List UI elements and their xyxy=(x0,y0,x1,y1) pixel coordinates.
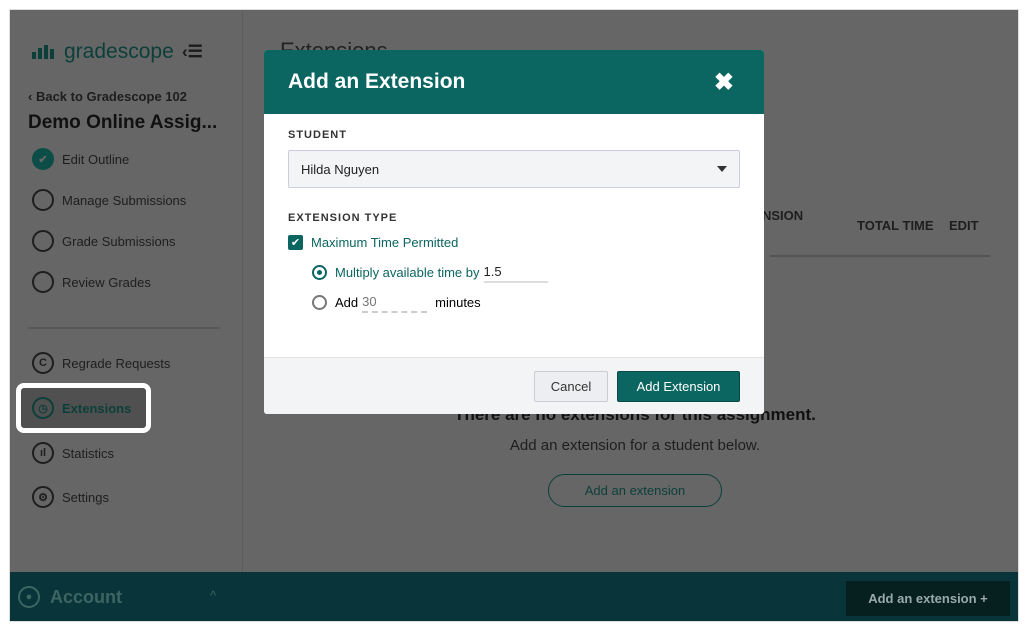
nav-label: Regrade Requests xyxy=(62,355,171,371)
modal-title: Add an Extension xyxy=(288,70,466,93)
minutes-input[interactable] xyxy=(362,292,428,313)
sidebar-item-extensions[interactable]: ◷ Extensions xyxy=(32,397,131,419)
minutes-label: minutes xyxy=(435,295,481,310)
nav-label: Settings xyxy=(62,489,109,505)
column-header-edit: EDIT xyxy=(949,218,979,233)
chevron-down-icon xyxy=(717,166,727,172)
assignment-title: Demo Online Assig... xyxy=(28,112,218,133)
chevron-up-icon[interactable]: ^ xyxy=(210,588,216,603)
brand-name: gradescope xyxy=(64,40,174,63)
sidebar-item-grade-submissions[interactable]: Grade Submissions xyxy=(32,230,175,252)
sidebar-item-edit-outline[interactable]: ✔ Edit Outline xyxy=(32,148,129,170)
column-header-extension: NSION xyxy=(762,208,804,223)
multiply-option[interactable]: Multiply available time by xyxy=(312,262,548,283)
gear-icon: ⚙ xyxy=(32,486,54,508)
radio-unselected-icon[interactable] xyxy=(312,295,327,310)
nav-label: Edit Outline xyxy=(62,151,130,167)
add-extension-bottom-button[interactable]: Add an extension + xyxy=(846,581,1010,616)
statistics-icon: ıl xyxy=(32,442,54,464)
circle-icon xyxy=(32,230,54,252)
radio-selected-icon[interactable] xyxy=(312,265,327,280)
bottom-bar: ● Account ^ Add an extension + xyxy=(10,572,1018,621)
sidebar-item-statistics[interactable]: ıl Statistics xyxy=(32,442,114,464)
student-label: STUDENT xyxy=(288,129,347,141)
extension-type-label: EXTENSION TYPE xyxy=(288,212,398,224)
nav-label: Manage Submissions xyxy=(62,192,187,208)
sidebar-item-manage-submissions[interactable]: Manage Submissions xyxy=(32,189,186,211)
modal-header: Add an Extension ✖ xyxy=(264,50,764,114)
regrade-icon: C xyxy=(32,352,54,374)
student-select[interactable]: Hilda Nguyen xyxy=(288,150,740,188)
sidebar: gradescope ‹☰ ‹ Back to Gradescope 102 D… xyxy=(10,10,243,572)
collapse-sidebar-icon[interactable]: ‹☰ xyxy=(182,42,203,62)
sidebar-item-regrade-requests[interactable]: C Regrade Requests xyxy=(32,352,170,374)
checkbox-checked-icon[interactable]: ✔ xyxy=(288,235,303,250)
clock-icon: ◷ xyxy=(32,397,54,419)
back-link-label: Back to Gradescope 102 xyxy=(35,89,187,104)
nav-label: Statistics xyxy=(62,445,115,461)
close-icon[interactable]: ✖ xyxy=(714,68,734,97)
account-menu[interactable]: ● Account xyxy=(18,586,122,608)
circle-icon xyxy=(32,271,54,293)
divider xyxy=(28,327,220,329)
logo: gradescope xyxy=(32,40,174,64)
column-header-total-time: TOTAL TIME xyxy=(857,218,934,233)
modal-footer: Cancel Add Extension xyxy=(264,357,764,414)
nav-label: Extensions xyxy=(62,400,132,416)
student-value: Hilda Nguyen xyxy=(301,162,380,177)
max-time-checkbox-row[interactable]: ✔ Maximum Time Permitted xyxy=(288,235,458,250)
account-label: Account xyxy=(50,586,122,607)
add-minutes-option[interactable]: Add minutes xyxy=(312,292,481,313)
empty-state-subtitle: Add an extension for a student below. xyxy=(509,437,761,454)
sidebar-item-review-grades[interactable]: Review Grades xyxy=(32,271,151,293)
table-header-divider xyxy=(770,255,990,257)
circle-icon xyxy=(32,189,54,211)
cancel-button[interactable]: Cancel xyxy=(534,371,608,402)
user-icon: ● xyxy=(18,586,40,608)
max-time-label: Maximum Time Permitted xyxy=(311,235,459,250)
logo-bars-icon xyxy=(32,45,54,59)
add-extension-submit-button[interactable]: Add Extension xyxy=(617,371,740,402)
nav-label: Review Grades xyxy=(62,274,151,290)
add-extension-empty-button[interactable]: Add an extension xyxy=(548,474,722,507)
sidebar-item-settings[interactable]: ⚙ Settings xyxy=(32,486,109,508)
nav-label: Grade Submissions xyxy=(62,233,176,249)
back-link[interactable]: ‹ Back to Gradescope 102 xyxy=(28,89,187,104)
add-extension-modal: Add an Extension ✖ STUDENT Hilda Nguyen … xyxy=(264,50,764,414)
multiply-input[interactable] xyxy=(483,262,548,283)
check-icon: ✔ xyxy=(32,148,54,170)
add-label: Add xyxy=(335,295,359,310)
multiply-label: Multiply available time by xyxy=(335,265,480,280)
